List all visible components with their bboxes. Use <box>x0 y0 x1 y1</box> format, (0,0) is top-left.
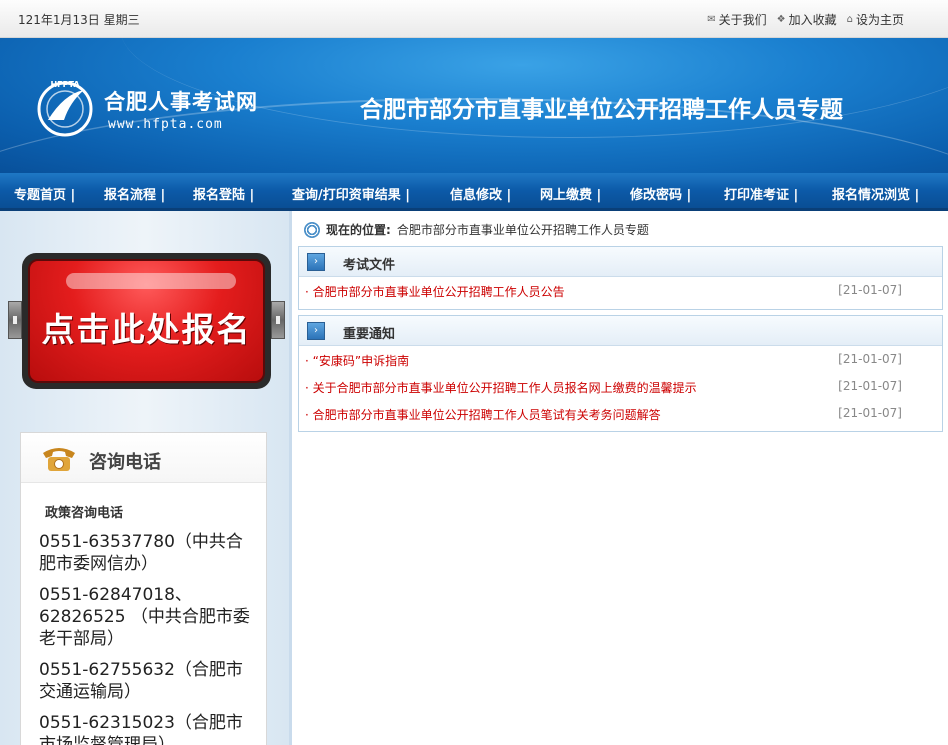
current-date: 121年1月13日 星期三 <box>18 13 140 27</box>
article-date: [21-01-07] <box>838 406 902 420</box>
set-homepage-label: 设为主页 <box>855 13 904 27</box>
article-link[interactable]: · “安康码”申诉指南 <box>305 352 409 369</box>
nav-online-payment[interactable]: 网上缴费 | <box>540 184 601 203</box>
arrow-right-icon: › <box>307 253 325 271</box>
article-date: [21-01-07] <box>838 283 902 297</box>
breadcrumb-path[interactable]: 合肥市部分市直事业单位公开招聘工作人员专题 <box>397 221 649 238</box>
consult-entry: 0551-62315023（合肥市市场监督管理局） <box>39 713 243 745</box>
article-link[interactable]: · 合肥市部分市直事业单位公开招聘工作人员公告 <box>305 283 565 300</box>
location-icon <box>304 221 320 238</box>
add-favorite-link[interactable]: ❖ 加入收藏 <box>777 11 837 28</box>
about-us-label: 关于我们 <box>718 13 767 27</box>
breadcrumb: 现在的位置: 合肥市部分市直事业单位公开招聘工作人员专题 <box>304 221 649 238</box>
nav-registration-login[interactable]: 报名登陆 | <box>193 184 254 203</box>
about-us-link[interactable]: ✉ 关于我们 <box>707 11 766 28</box>
nav-registration-process[interactable]: 报名流程 | <box>104 184 165 203</box>
mail-icon: ✉ <box>707 14 716 25</box>
topic-title: 合肥市部分市直事业单位公开招聘工作人员专题 <box>360 97 843 123</box>
list-item: · 合肥市部分市直事业单位公开招聘工作人员公告 [21-01-07] <box>299 277 942 304</box>
add-favorite-label: 加入收藏 <box>788 13 837 27</box>
site-url: www.hfpta.com <box>108 117 223 132</box>
list-item: · 合肥市部分市直事业单位公开招聘工作人员笔试有关考务问题解答 [21-01-0… <box>299 400 942 427</box>
site-name: 合肥人事考试网 <box>104 89 258 114</box>
consult-entry: 0551-62755632（合肥市交通运输局） <box>39 660 243 702</box>
main-nav: 专题首页 | 报名流程 | 报名登陆 | 查询/打印资审结果 | 信息修改 | … <box>0 173 948 211</box>
article-date: [21-01-07] <box>838 379 902 393</box>
top-bar: 121年1月13日 星期三 ✉ 关于我们 ❖ 加入收藏 ⌂ 设为主页 <box>0 0 948 38</box>
nav-change-password[interactable]: 修改密码 | <box>630 184 691 203</box>
article-date: [21-01-07] <box>838 352 902 366</box>
main-content: 现在的位置: 合肥市部分市直事业单位公开招聘工作人员专题 › 考试文件 · 合肥… <box>289 211 948 745</box>
breadcrumb-label: 现在的位置: <box>326 223 391 237</box>
home-icon: ⌂ <box>846 14 853 25</box>
site-logo-icon[interactable]: HFPTA <box>34 76 96 138</box>
important-notices-panel: › 重要通知 · “安康码”申诉指南 [21-01-07] · 关于合肥市部分市… <box>298 315 943 432</box>
panel-title[interactable]: 考试文件 <box>343 254 395 273</box>
set-homepage-link[interactable]: ⌂ 设为主页 <box>847 11 904 28</box>
exam-documents-panel: › 考试文件 · 合肥市部分市直事业单位公开招聘工作人员公告 [21-01-07… <box>298 246 943 310</box>
nav-topic-home[interactable]: 专题首页 | <box>14 184 75 203</box>
top-links: ✉ 关于我们 ❖ 加入收藏 ⌂ 设为主页 <box>707 11 904 28</box>
arrow-right-icon: › <box>307 322 325 340</box>
panel-title[interactable]: 重要通知 <box>343 323 395 342</box>
header-banner: HFPTA 合肥人事考试网 www.hfpta.com 合肥市部分市直事业单位公… <box>0 38 948 173</box>
bookmark-icon: ❖ <box>776 14 786 25</box>
consult-entry: 0551-62847018、62826525 （中共合肥市委老干部局） <box>39 585 250 649</box>
nav-print-admission-ticket[interactable]: 打印准考证 | <box>724 184 798 203</box>
left-sidebar: 点击此处报名 咨询电话 政策咨询电话 0551-63537780（中共合肥市委网… <box>0 211 289 745</box>
consult-header: 咨询电话 <box>21 433 266 483</box>
nav-edit-info[interactable]: 信息修改 | <box>450 184 511 203</box>
consult-entry: 0551-63537780（中共合肥市委网信办） <box>39 532 243 574</box>
nav-registration-stats[interactable]: 报名情况浏览 | <box>832 184 919 203</box>
list-item: · “安康码”申诉指南 [21-01-07] <box>299 346 942 373</box>
telephone-icon <box>43 448 75 471</box>
article-link[interactable]: · 合肥市部分市直事业单位公开招聘工作人员笔试有关考务问题解答 <box>305 406 661 423</box>
nav-query-review-results[interactable]: 查询/打印资审结果 | <box>292 184 410 203</box>
consult-subtitle: 政策咨询电话 <box>45 506 124 521</box>
consult-entries: 0551-63537780（中共合肥市委网信办） 0551-62847018、6… <box>39 531 254 745</box>
logo-lettering: HFPTA <box>50 80 80 89</box>
consult-phone-box: 咨询电话 政策咨询电话 0551-63537780（中共合肥市委网信办） 055… <box>20 432 267 745</box>
list-item: · 关于合肥市部分市直事业单位公开招聘工作人员报名网上缴费的温馨提示 [21-0… <box>299 373 942 400</box>
register-button-label: 点击此处报名 <box>41 310 252 349</box>
register-button[interactable]: 点击此处报名 <box>8 251 285 391</box>
consult-title: 咨询电话 <box>89 452 161 473</box>
article-link[interactable]: · 关于合肥市部分市直事业单位公开招聘工作人员报名网上缴费的温馨提示 <box>305 379 697 396</box>
